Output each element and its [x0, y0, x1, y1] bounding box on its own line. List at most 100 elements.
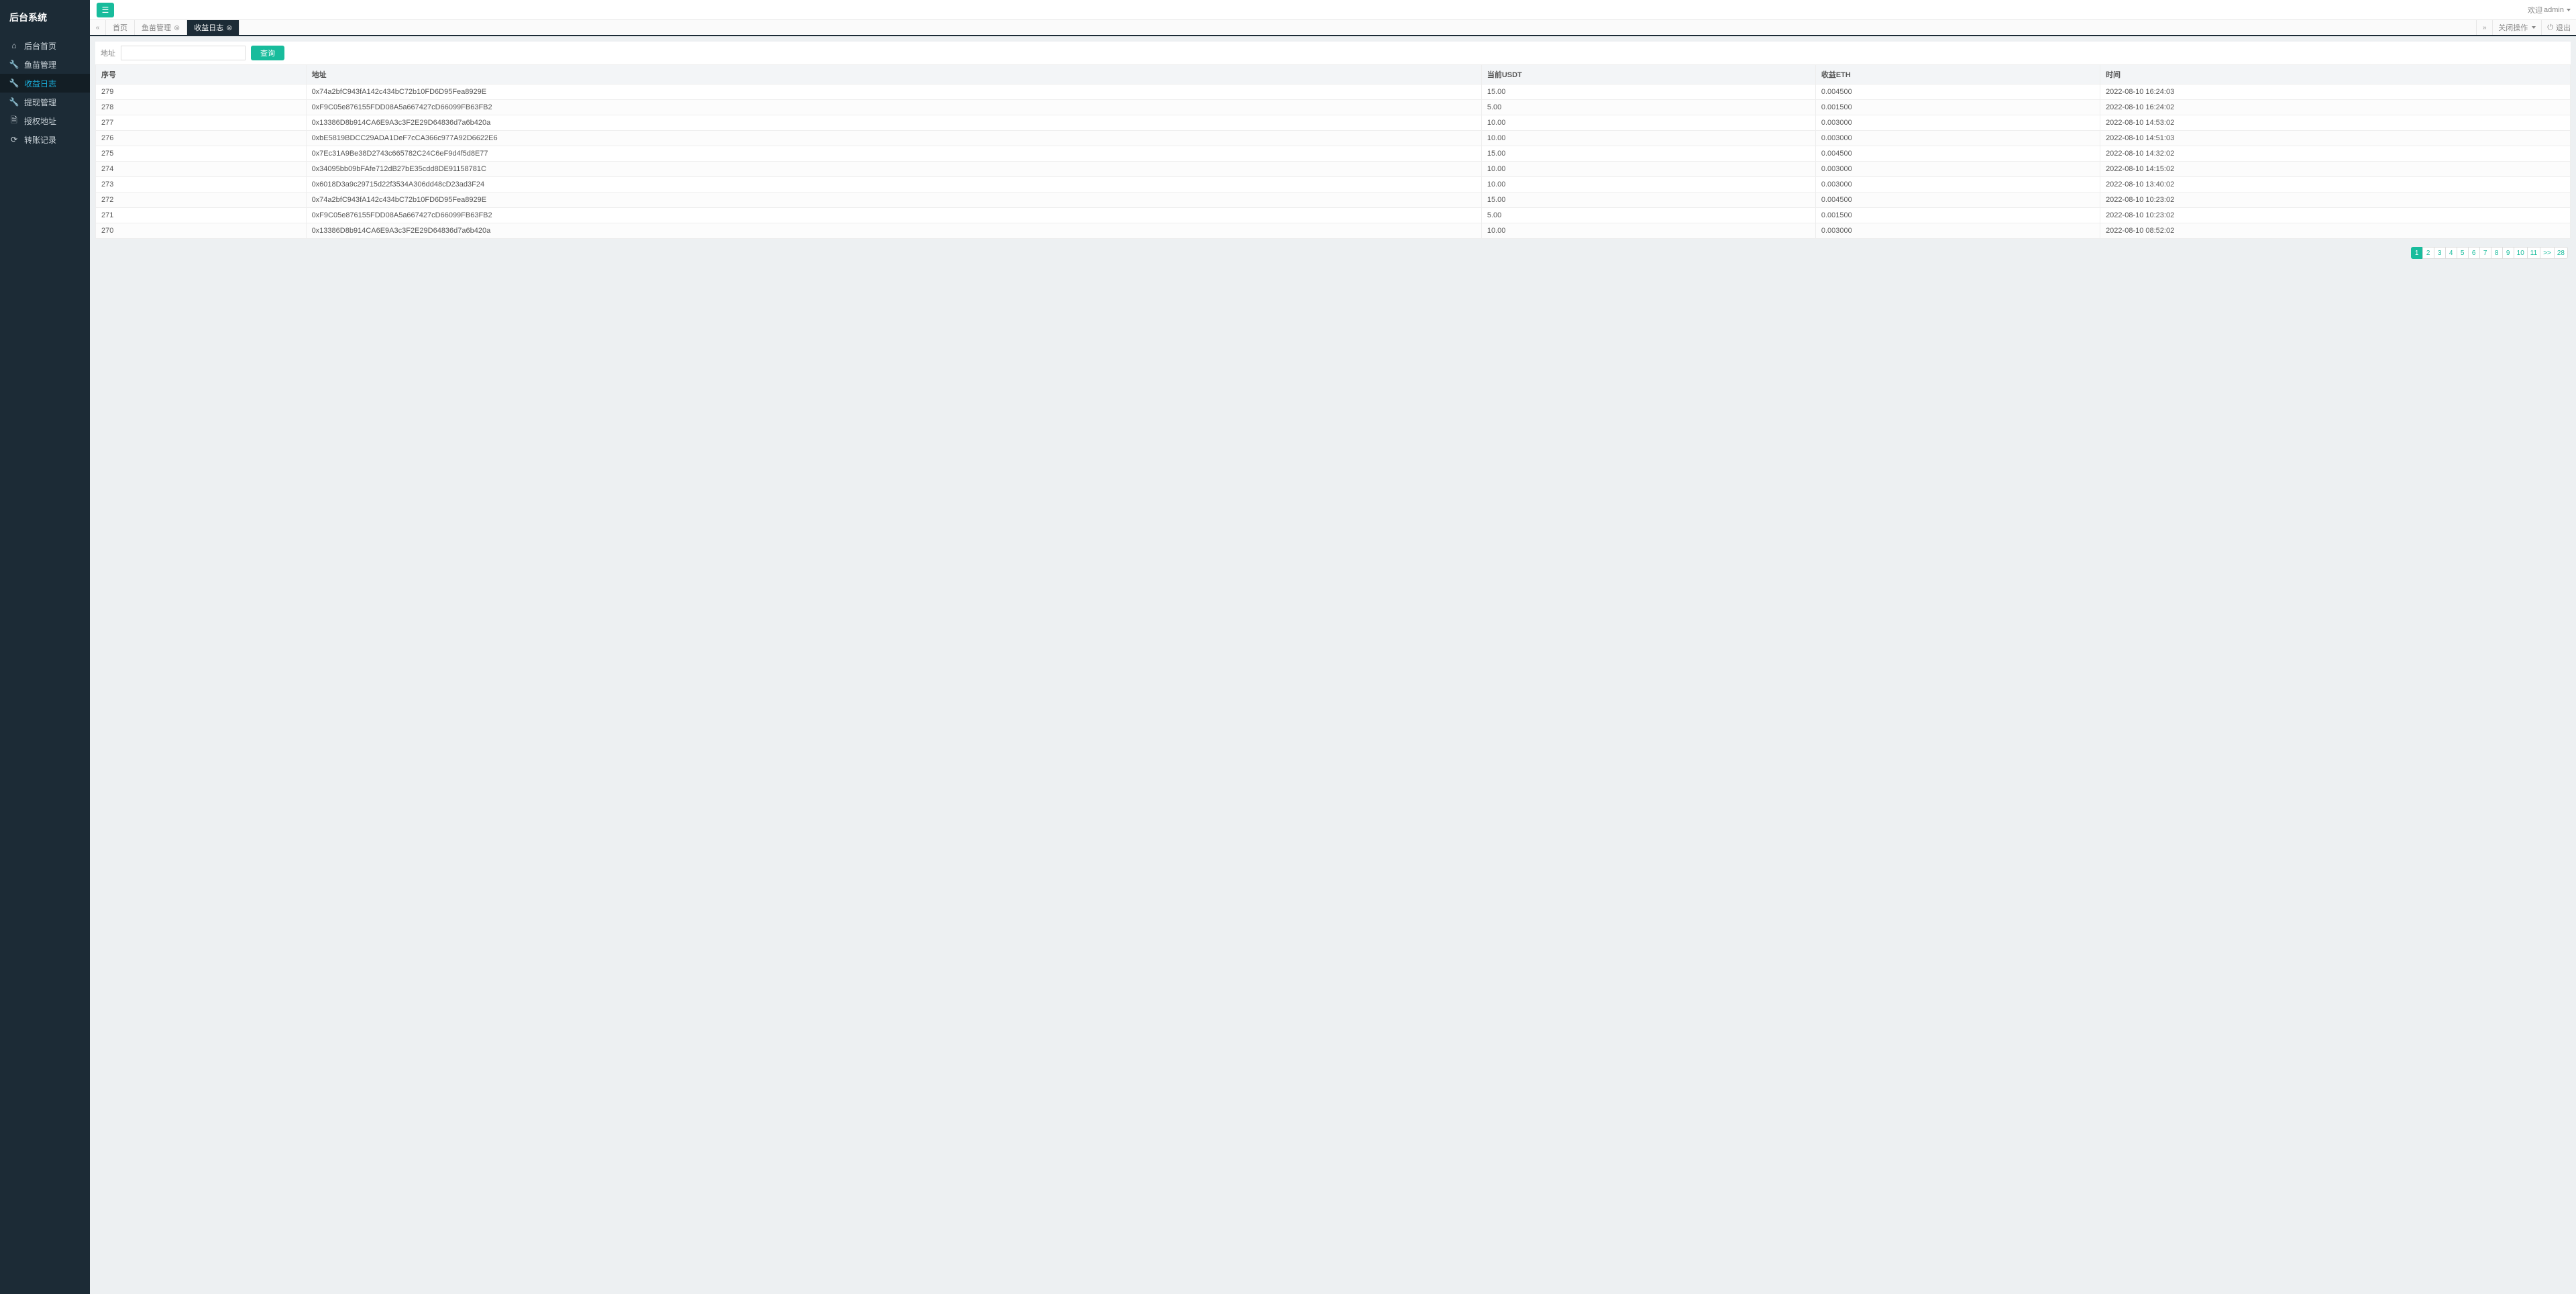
sidebar: 后台系统 ⌂后台首页🔧鱼苗管理 🔧 收益日志 🔧 提现管理 🗎 授权地址 ⟳ 转账记录 — [0, 0, 90, 1294]
page-7-button[interactable]: 7 — [2479, 247, 2491, 259]
hamburger-icon: ☰ — [102, 5, 109, 15]
cell-time: 2022-08-10 14:32:02 — [2100, 146, 2571, 162]
cell-addr: 0xF9C05e876155FDD08A5a667427cD66099FB63F… — [306, 208, 1481, 223]
table-row: 2790x74a2bfC943fA142c434bC72b10FD6D95Fea… — [96, 85, 2571, 100]
cell-usdt: 5.00 — [1481, 100, 1815, 115]
pagination: 1234567891011>>28 — [95, 239, 2571, 262]
close-icon[interactable]: ⊗ — [174, 23, 180, 32]
table-row: 2760xbE5819BDCC29ADA1DeF7cCA366c977A92D6… — [96, 131, 2571, 146]
cell-no: 277 — [96, 115, 307, 131]
page-4-button[interactable]: 4 — [2445, 247, 2457, 259]
wrench-icon: 🔧 — [9, 97, 19, 107]
sidebar-item-label: 鱼苗管理 — [24, 59, 56, 70]
data-table: 序号地址当前USDT收益ETH时间 2790x74a2bfC943fA142c4… — [95, 64, 2571, 239]
col-header-0: 序号 — [96, 65, 307, 85]
welcome-prefix: 欢迎 — [2528, 5, 2542, 15]
sidebar-item-0[interactable]: ⌂后台首页 — [0, 36, 90, 55]
cell-time: 2022-08-10 08:52:02 — [2100, 223, 2571, 239]
cell-no: 271 — [96, 208, 307, 223]
cell-usdt: 10.00 — [1481, 177, 1815, 193]
sidebar-item-1[interactable]: 🔧鱼苗管理 — [0, 55, 90, 74]
page-11-button[interactable]: 11 — [2527, 247, 2540, 259]
toggle-sidebar-button[interactable]: ☰ — [97, 3, 114, 17]
cell-eth: 0.003000 — [1815, 115, 2100, 131]
cell-eth: 0.004500 — [1815, 146, 2100, 162]
cell-addr: 0x6018D3a9c29715d22f3534A306dd48cD23ad3F… — [306, 177, 1481, 193]
page-3-button[interactable]: 3 — [2434, 247, 2446, 259]
cell-time: 2022-08-10 14:51:03 — [2100, 131, 2571, 146]
page-28-button[interactable]: 28 — [2554, 247, 2568, 259]
tab-label: 收益日志 — [194, 22, 223, 33]
cell-eth: 0.003000 — [1815, 177, 2100, 193]
sidebar-item-3[interactable]: 🔧 提现管理 — [0, 93, 90, 111]
logout-label: 退出 — [2556, 22, 2571, 33]
cell-eth: 0.001500 — [1815, 208, 2100, 223]
cell-addr: 0xF9C05e876155FDD08A5a667427cD66099FB63F… — [306, 100, 1481, 115]
caret-down-icon — [2567, 9, 2571, 11]
tab-0[interactable]: 首页 — [106, 20, 135, 35]
table-row: 2700x13386D8b914CA6E9A3c3F2E29D64836d7a6… — [96, 223, 2571, 239]
logout-button[interactable]: ⏻ 退出 — [2541, 20, 2576, 35]
address-input[interactable] — [121, 46, 246, 60]
page-6-button[interactable]: 6 — [2468, 247, 2480, 259]
close-icon[interactable]: ⊗ — [226, 23, 232, 32]
home-icon: ⌂ — [9, 41, 19, 50]
sidebar-item-5[interactable]: ⟳ 转账记录 — [0, 130, 90, 149]
cell-eth: 0.004500 — [1815, 85, 2100, 100]
table-wrap: 序号地址当前USDT收益ETH时间 2790x74a2bfC943fA142c4… — [95, 64, 2571, 239]
cell-addr: 0x74a2bfC943fA142c434bC72b10FD6D95Fea892… — [306, 85, 1481, 100]
cell-addr: 0x13386D8b914CA6E9A3c3F2E29D64836d7a6b42… — [306, 115, 1481, 131]
cell-usdt: 15.00 — [1481, 193, 1815, 208]
cell-addr: 0xbE5819BDCC29ADA1DeF7cCA366c977A92D6622… — [306, 131, 1481, 146]
page-9-button[interactable]: 9 — [2502, 247, 2514, 259]
tab-label: 鱼苗管理 — [142, 22, 171, 33]
caret-down-icon — [2532, 26, 2536, 29]
cell-no: 274 — [96, 162, 307, 177]
page-10-button[interactable]: 10 — [2514, 247, 2528, 259]
search-button[interactable]: 查询 — [251, 46, 284, 60]
cell-time: 2022-08-10 10:23:02 — [2100, 193, 2571, 208]
refresh-icon: ⟳ — [9, 135, 19, 144]
page-1-button[interactable]: 1 — [2411, 247, 2423, 259]
table-row: 2750x7Ec31A9Be38D2743c665782C24C6eF9d4f5… — [96, 146, 2571, 162]
cell-time: 2022-08-10 10:23:02 — [2100, 208, 2571, 223]
sidebar-item-label: 提现管理 — [24, 97, 56, 108]
topbar: ☰ 欢迎 admin — [90, 0, 2576, 20]
page-5-button[interactable]: 5 — [2457, 247, 2469, 259]
tabs-scroll-right-button[interactable]: » — [2476, 20, 2492, 35]
sidebar-item-label: 转账记录 — [24, 134, 56, 146]
brand-title: 后台系统 — [0, 0, 90, 35]
sidebar-item-2[interactable]: 🔧 收益日志 — [0, 74, 90, 93]
tab-label: 首页 — [113, 22, 127, 33]
close-ops-menu[interactable]: 关闭操作 — [2492, 20, 2541, 35]
tabs-scroll-left-button[interactable]: « — [90, 20, 106, 35]
cell-no: 275 — [96, 146, 307, 162]
cell-no: 270 — [96, 223, 307, 239]
cell-no: 272 — [96, 193, 307, 208]
table-row: 2780xF9C05e876155FDD08A5a667427cD66099FB… — [96, 100, 2571, 115]
sidebar-item-4[interactable]: 🗎 授权地址 — [0, 111, 90, 130]
tab-1[interactable]: 鱼苗管理⊗ — [135, 20, 187, 35]
cell-addr: 0x74a2bfC943fA142c434bC72b10FD6D95Fea892… — [306, 193, 1481, 208]
main-area: ☰ 欢迎 admin « 首页鱼苗管理⊗收益日志⊗ » 关闭操作 — [90, 0, 2576, 1294]
file-icon: 🗎 — [9, 114, 19, 128]
power-icon: ⏻ — [2547, 23, 2553, 32]
double-chevron-right-icon: » — [2483, 24, 2487, 32]
search-panel: 地址 查询 — [95, 42, 2571, 64]
tabstrip: « 首页鱼苗管理⊗收益日志⊗ » 关闭操作 ⏻ 退出 — [90, 20, 2576, 36]
welcome-user: admin — [2544, 6, 2564, 14]
sidebar-item-label: 授权地址 — [24, 115, 56, 127]
page-2-button[interactable]: 2 — [2422, 247, 2434, 259]
cell-time: 2022-08-10 14:15:02 — [2100, 162, 2571, 177]
sidebar-item-label: 收益日志 — [24, 78, 56, 89]
cell-time: 2022-08-10 16:24:02 — [2100, 100, 2571, 115]
page-8-button[interactable]: 8 — [2491, 247, 2503, 259]
cell-no: 273 — [96, 177, 307, 193]
user-menu[interactable]: 欢迎 admin — [2528, 5, 2571, 15]
tab-2[interactable]: 收益日志⊗ — [187, 20, 239, 35]
cell-eth: 0.003000 — [1815, 223, 2100, 239]
wrench-icon: 🔧 — [9, 78, 19, 88]
table-row: 2730x6018D3a9c29715d22f3534A306dd48cD23a… — [96, 177, 2571, 193]
page-next-button[interactable]: >> — [2540, 247, 2555, 259]
cell-eth: 0.001500 — [1815, 100, 2100, 115]
